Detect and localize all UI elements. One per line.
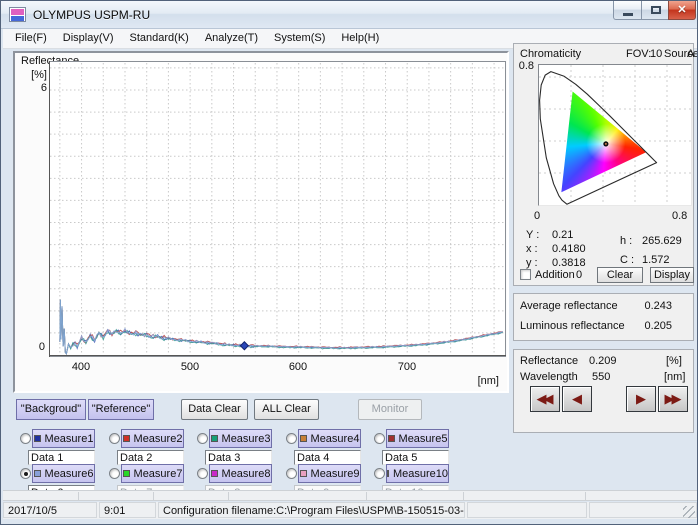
measure-button-label: Measure1 [45, 433, 94, 445]
measure-color-swatch [388, 435, 395, 442]
measure-button-6[interactable]: Measure6 [32, 464, 95, 483]
measure-button-8[interactable]: Measure8 [209, 464, 272, 483]
measure-color-swatch [300, 470, 307, 477]
substatus-bar [3, 490, 697, 501]
status-date: 2017/10/5 [3, 502, 97, 518]
measure-button-2[interactable]: Measure2 [121, 429, 184, 448]
measure-radio-3[interactable] [197, 433, 208, 444]
data-field-5[interactable] [382, 450, 449, 465]
measure-radio-2[interactable] [109, 433, 120, 444]
measure-color-swatch [211, 470, 218, 477]
measure-color-swatch [123, 435, 130, 442]
measure-button-5[interactable]: Measure5 [386, 429, 449, 448]
measure-button-label: Measure5 [399, 433, 448, 445]
measure-button-1[interactable]: Measure1 [32, 429, 95, 448]
measure-color-swatch [34, 470, 41, 477]
measure-radio-9[interactable] [286, 468, 297, 479]
measure-button-3[interactable]: Measure3 [209, 429, 272, 448]
status-config: Configuration filename:C:\Program Files\… [158, 502, 465, 518]
app-window: OLYMPUS USPM-RU ✕ File(F)Display(V)Stand… [0, 0, 698, 525]
status-empty-2 [589, 502, 697, 518]
measure-color-swatch [300, 435, 307, 442]
measure-radio-7[interactable] [109, 468, 120, 479]
measure-grid: Measure1 Measure2 Measure3 Measure4 Measure5… [1, 1, 698, 525]
data-field-4[interactable] [294, 450, 361, 465]
measure-button-4[interactable]: Measure4 [298, 429, 361, 448]
measure-radio-5[interactable] [374, 433, 385, 444]
data-field-2[interactable] [117, 450, 184, 465]
measure-button-label: Measure4 [311, 433, 360, 445]
measure-button-label: Measure10 [393, 468, 448, 480]
measure-button-label: Measure8 [222, 468, 271, 480]
measure-radio-4[interactable] [286, 433, 297, 444]
measure-color-swatch [387, 470, 389, 477]
measure-color-swatch [123, 470, 130, 477]
measure-button-10[interactable]: Measure10 [386, 464, 449, 483]
measure-button-label: Measure7 [134, 468, 183, 480]
status-time: 9:01 [99, 502, 156, 518]
resize-grip[interactable] [683, 506, 695, 518]
measure-color-swatch [211, 435, 218, 442]
measure-radio-10[interactable] [374, 468, 385, 479]
measure-button-label: Measure2 [134, 433, 183, 445]
measure-radio-6[interactable] [20, 468, 31, 479]
measure-color-swatch [34, 435, 41, 442]
statusbar: 2017/10/5 9:01 Configuration filename:C:… [3, 502, 697, 519]
measure-button-9[interactable]: Measure9 [298, 464, 361, 483]
data-field-3[interactable] [205, 450, 272, 465]
status-empty-1 [467, 502, 587, 518]
measure-radio-8[interactable] [197, 468, 208, 479]
measure-button-label: Measure9 [311, 468, 360, 480]
measure-button-label: Measure3 [222, 433, 271, 445]
measure-button-7[interactable]: Measure7 [121, 464, 184, 483]
data-field-1[interactable] [28, 450, 95, 465]
measure-radio-1[interactable] [20, 433, 31, 444]
measure-button-label: Measure6 [45, 468, 94, 480]
